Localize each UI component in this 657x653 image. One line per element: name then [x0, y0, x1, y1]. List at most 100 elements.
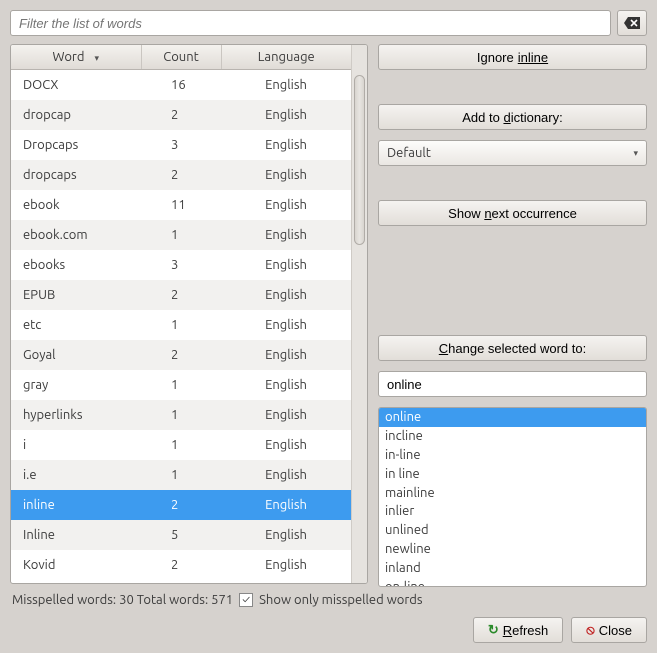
ignore-button[interactable]: Ignore inline [378, 44, 647, 70]
refresh-button[interactable]: ↻ Refresh [473, 617, 563, 643]
cell-language: English [221, 400, 351, 430]
cell-word: dropcaps [11, 160, 141, 190]
suggestions-list: onlineinclinein-linein linemainlineinlie… [378, 407, 647, 587]
cell-language: English [221, 160, 351, 190]
cell-language: English [221, 250, 351, 280]
cell-word: i.e [11, 460, 141, 490]
cell-word: EPUB [11, 280, 141, 310]
cell-word: inline [11, 490, 141, 520]
suggestion-item[interactable]: in line [379, 465, 646, 484]
suggestion-item[interactable]: online [379, 408, 646, 427]
cell-count: 2 [141, 340, 221, 370]
cell-word: ebook.com [11, 220, 141, 250]
cell-count: 2 [141, 160, 221, 190]
cell-word: Inline [11, 520, 141, 550]
ignore-label-word: inline [518, 50, 548, 65]
table-row[interactable]: hyperlinks1English [11, 400, 351, 430]
cell-language: English [221, 220, 351, 250]
cell-word: DOCX [11, 70, 141, 101]
chevron-down-icon: ▾ [633, 148, 638, 159]
table-row[interactable]: Dropcaps3English [11, 130, 351, 160]
cell-count: 2 [141, 490, 221, 520]
table-row[interactable]: EPUB2English [11, 280, 351, 310]
suggestion-item[interactable]: unlined [379, 521, 646, 540]
cell-language: English [221, 550, 351, 580]
close-button[interactable]: ⦸ Close [571, 617, 647, 643]
table-row[interactable]: i.e1English [11, 460, 351, 490]
table-row[interactable]: i1English [11, 430, 351, 460]
table-row[interactable]: Inline5English [11, 520, 351, 550]
cell-language: English [221, 130, 351, 160]
table-row[interactable]: etc1English [11, 310, 351, 340]
cell-word: hyperlinks [11, 400, 141, 430]
suggestion-item[interactable]: inland [379, 559, 646, 578]
table-row[interactable]: ebooks3English [11, 250, 351, 280]
sort-indicator-icon: ▾ [94, 53, 99, 63]
table-row[interactable]: ebook.com1English [11, 220, 351, 250]
scrollbar-thumb[interactable] [354, 75, 365, 245]
cell-count: 3 [141, 250, 221, 280]
show-misspelled-checkbox[interactable]: ✓ [239, 593, 253, 607]
cell-language: English [221, 460, 351, 490]
cell-count: 2 [141, 280, 221, 310]
show-misspelled-label: Show only misspelled words [259, 593, 422, 607]
backspace-icon [624, 17, 640, 29]
cell-word: Kovid [11, 550, 141, 580]
cell-count: 1 [141, 370, 221, 400]
word-table: Word▾ Count Language DOCX16Englishdropca… [10, 44, 368, 584]
cell-word: gray [11, 370, 141, 400]
refresh-icon: ↻ [488, 622, 499, 638]
suggestion-item[interactable]: inlier [379, 502, 646, 521]
table-row[interactable]: Kovid2English [11, 550, 351, 580]
cell-count: 1 [141, 310, 221, 340]
cell-word: ebooks [11, 250, 141, 280]
cell-language: English [221, 430, 351, 460]
table-scrollbar[interactable] [351, 45, 367, 583]
cell-language: English [221, 100, 351, 130]
cell-count: 3 [141, 130, 221, 160]
suggestion-item[interactable]: mainline [379, 484, 646, 503]
cell-count: 1 [141, 430, 221, 460]
cell-language: English [221, 190, 351, 220]
table-row[interactable]: inline2English [11, 490, 351, 520]
cell-word: i [11, 430, 141, 460]
cell-count: 2 [141, 100, 221, 130]
cell-language: English [221, 310, 351, 340]
cell-count: 1 [141, 460, 221, 490]
cell-count: 16 [141, 70, 221, 101]
table-row[interactable]: gray1English [11, 370, 351, 400]
cell-word: dropcap [11, 100, 141, 130]
cell-language: English [221, 340, 351, 370]
change-selected-word-button[interactable]: Change selected word to: [378, 335, 647, 361]
cell-language: English [221, 70, 351, 101]
suggestion-item[interactable]: in-line [379, 446, 646, 465]
suggestion-item[interactable]: newline [379, 540, 646, 559]
cell-count: 2 [141, 550, 221, 580]
table-row[interactable]: Goyal2English [11, 340, 351, 370]
column-header-word[interactable]: Word▾ [11, 45, 141, 70]
column-header-language[interactable]: Language [221, 45, 351, 70]
cell-language: English [221, 490, 351, 520]
cell-language: English [221, 370, 351, 400]
suggestion-item[interactable]: incline [379, 427, 646, 446]
cell-word: ebook [11, 190, 141, 220]
change-word-input[interactable] [378, 371, 647, 397]
cell-language: English [221, 280, 351, 310]
table-row[interactable]: DOCX16English [11, 70, 351, 101]
table-row[interactable]: dropcap2English [11, 100, 351, 130]
cell-count: 5 [141, 520, 221, 550]
add-to-dictionary-button[interactable]: Add to dictionary: [378, 104, 647, 130]
table-row[interactable]: dropcaps2English [11, 160, 351, 190]
cell-language: English [221, 520, 351, 550]
cell-word: Goyal [11, 340, 141, 370]
table-row[interactable]: ebook11English [11, 190, 351, 220]
column-header-count[interactable]: Count [141, 45, 221, 70]
show-next-occurrence-button[interactable]: Show next occurrence [378, 200, 647, 226]
cell-count: 11 [141, 190, 221, 220]
dictionary-select[interactable]: Default ▾ [378, 140, 647, 166]
clear-filter-button[interactable] [617, 10, 647, 36]
cell-count: 1 [141, 400, 221, 430]
cell-word: etc [11, 310, 141, 340]
filter-input[interactable] [10, 10, 611, 36]
suggestion-item[interactable]: on-line [379, 578, 646, 587]
